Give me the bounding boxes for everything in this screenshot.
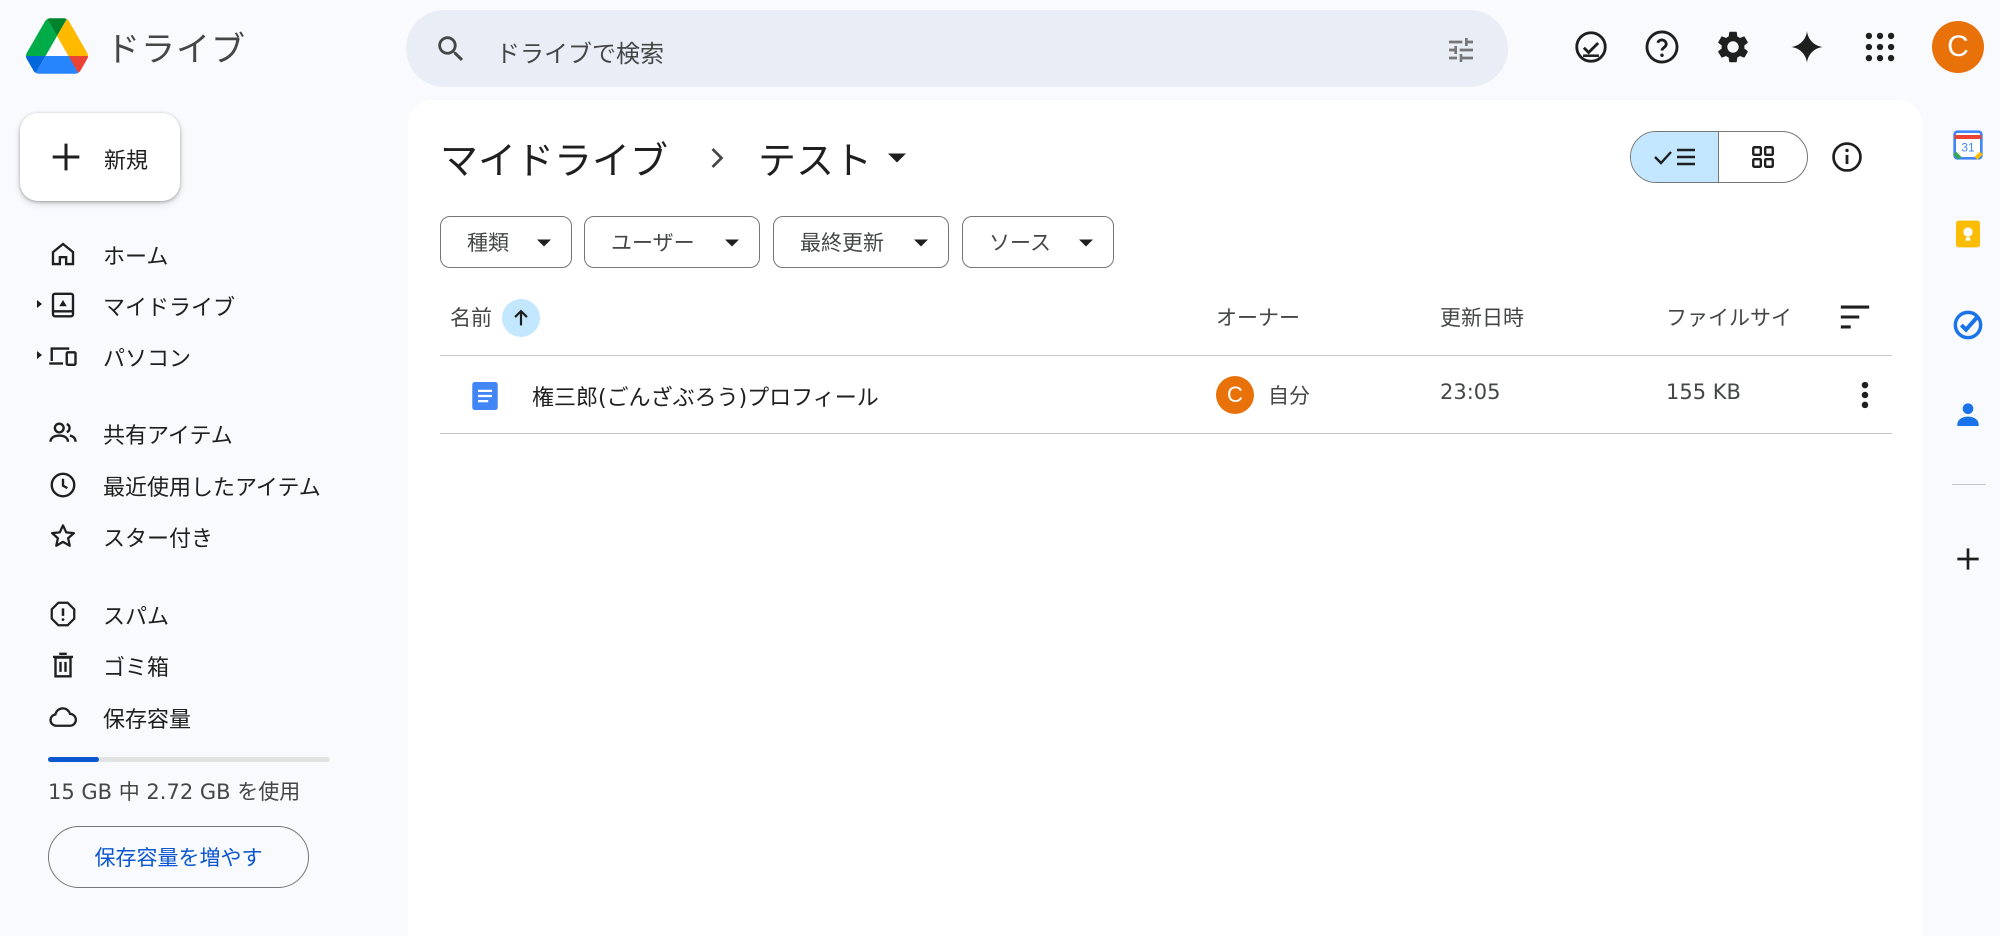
apps-grid-icon[interactable] [1861, 28, 1899, 66]
list-view-icon [1653, 148, 1695, 166]
caret-down-icon [914, 239, 928, 247]
search-bar[interactable]: ドライブで検索 [406, 10, 1508, 87]
settings-icon[interactable] [1714, 28, 1752, 66]
file-owner: 自分 [1268, 384, 1310, 408]
help-icon[interactable] [1643, 28, 1681, 66]
search-options-icon[interactable] [1444, 34, 1478, 66]
cloud-icon [49, 707, 77, 727]
sidebar-item-label: ゴミ箱 [103, 656, 170, 681]
recent-icon [50, 472, 76, 498]
filter-chip-label: ソース [989, 231, 1051, 255]
calendar-icon[interactable]: 31 [1952, 129, 1984, 161]
sidebar-item-home[interactable]: ホーム [0, 229, 380, 277]
file-table-header: 名前 オーナー 更新日時 ファイルサイ [440, 280, 1892, 356]
gemini-icon[interactable] [1788, 28, 1826, 66]
sidebar-item-label: スター付き [103, 527, 214, 552]
caret-down-icon[interactable] [888, 153, 907, 163]
get-more-storage-button[interactable]: 保存容量を増やす [48, 826, 309, 888]
search-input[interactable]: ドライブで検索 [496, 34, 664, 69]
sidebar-item-my-drive[interactable]: マイドライブ [0, 280, 380, 328]
column-header-modified[interactable]: 更新日時 [1440, 302, 1524, 332]
filter-people-chip[interactable]: ユーザー [584, 216, 760, 268]
sidebar-item-computers[interactable]: パソコン [0, 331, 380, 379]
search-icon[interactable] [434, 32, 468, 66]
owner-avatar: C [1216, 376, 1254, 414]
sidebar-item-label: 共有アイテム [103, 424, 233, 449]
storage-usage-fill [48, 757, 99, 762]
sidebar-item-recent[interactable]: 最近使用したアイテム [0, 460, 380, 508]
new-button-label: 新規 [104, 149, 149, 174]
sidebar-item-storage[interactable]: 保存容量 [0, 692, 380, 740]
breadcrumb-current[interactable]: テスト [758, 130, 872, 185]
sidebar-item-label: 最近使用したアイテム [103, 476, 321, 501]
filter-chip-label: 種類 [467, 231, 509, 255]
shared-icon [49, 422, 77, 442]
sidebar-item-label: マイドライブ [103, 296, 236, 321]
view-toggle [1630, 131, 1808, 183]
sidebar-item-shared[interactable]: 共有アイテム [0, 408, 380, 456]
file-size: 155 KB [1666, 380, 1741, 404]
offline-ready-icon[interactable] [1572, 28, 1610, 66]
storage-usage-text: 15 GB 中 2.72 GB を使用 [48, 780, 301, 804]
side-rail-divider [1952, 484, 1986, 485]
contacts-icon[interactable] [1952, 398, 1984, 430]
caret-down-icon [537, 239, 551, 247]
column-header-owner[interactable]: オーナー [1216, 302, 1300, 332]
more-actions-icon[interactable] [1850, 378, 1880, 412]
sort-options-icon[interactable] [1838, 302, 1872, 332]
sidebar-item-label: パソコン [103, 347, 192, 372]
sidebar-item-starred[interactable]: スター付き [0, 511, 380, 559]
new-button[interactable]: 新規 [20, 113, 180, 201]
file-name[interactable]: 権三郎(ごんざぶろう)プロフィール [532, 380, 879, 412]
column-header-name[interactable]: 名前 [450, 302, 492, 332]
filter-modified-chip[interactable]: 最終更新 [773, 216, 949, 268]
sidebar-item-label: ホーム [103, 245, 169, 270]
chevron-right-icon [711, 147, 724, 168]
app-title: ドライブ [106, 29, 246, 70]
column-header-size[interactable]: ファイルサイ [1666, 302, 1792, 332]
spam-icon [50, 601, 76, 627]
star-icon [51, 524, 75, 547]
grid-view-icon [1752, 146, 1774, 168]
table-row[interactable]: 権三郎(ごんざぶろう)プロフィール C 自分 23:05 155 KB [440, 356, 1892, 434]
svg-text:31: 31 [1961, 141, 1975, 155]
account-avatar[interactable]: C [1932, 21, 1984, 73]
main-panel: マイドライブ テスト 種類 ユーザー 最終更新 ソース 名前 オーナー 更新日時… [408, 100, 1922, 936]
sidebar-item-spam[interactable]: スパム [0, 589, 380, 637]
sort-direction-button[interactable] [502, 299, 540, 337]
sidebar-item-trash[interactable]: ゴミ箱 [0, 640, 380, 688]
add-icon[interactable] [1952, 543, 1984, 575]
drive-logo[interactable]: ドライブ [26, 18, 246, 74]
filter-chip-label: 最終更新 [800, 231, 884, 255]
breadcrumb: マイドライブ テスト [440, 130, 907, 185]
expand-arrow-icon[interactable] [34, 299, 44, 309]
info-icon[interactable] [1830, 140, 1864, 174]
plus-icon [52, 143, 80, 171]
caret-down-icon [725, 239, 739, 247]
storage-usage-bar [48, 757, 330, 762]
filter-source-chip[interactable]: ソース [962, 216, 1114, 268]
filter-type-chip[interactable]: 種類 [440, 216, 572, 268]
tasks-icon[interactable] [1952, 309, 1984, 341]
sidebar-item-label: スパム [103, 605, 170, 630]
list-view-button[interactable] [1631, 132, 1719, 182]
sidebar-item-label: 保存容量 [103, 708, 192, 733]
my-drive-icon [51, 292, 75, 318]
trash-icon [53, 652, 73, 678]
breadcrumb-root[interactable]: マイドライブ [440, 130, 668, 185]
filter-chip-label: ユーザー [611, 231, 695, 255]
caret-down-icon [1079, 239, 1093, 247]
expand-arrow-icon[interactable] [34, 350, 44, 360]
computers-icon [49, 347, 77, 366]
drive-logo-icon [26, 18, 88, 74]
home-icon [51, 242, 75, 266]
file-modified: 23:05 [1440, 380, 1501, 404]
google-doc-icon [472, 382, 498, 410]
keep-icon[interactable] [1952, 218, 1984, 250]
arrow-up-icon [514, 309, 528, 326]
grid-view-button[interactable] [1719, 132, 1807, 182]
